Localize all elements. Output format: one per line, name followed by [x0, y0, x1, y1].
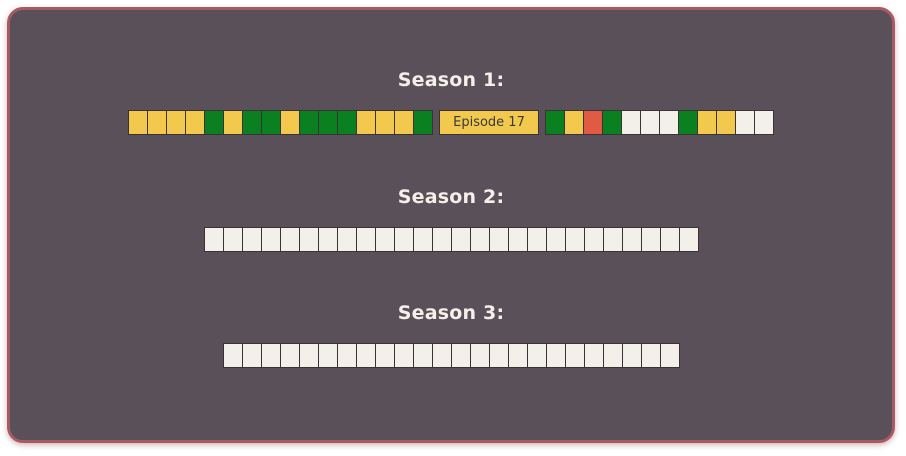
episode-square[interactable] — [564, 343, 585, 368]
season-2: Season 2: — [10, 185, 892, 252]
episode-row: Episode 17 — [10, 110, 892, 135]
episode-square[interactable] — [545, 227, 566, 252]
episode-square[interactable] — [564, 110, 584, 135]
episode-square[interactable] — [640, 227, 661, 252]
current-episode-label[interactable]: Episode 17 — [439, 110, 539, 135]
episode-square[interactable] — [469, 227, 490, 252]
season-title: Season 1: — [397, 69, 505, 91]
episode-square[interactable] — [621, 110, 641, 135]
episode-square[interactable] — [128, 110, 148, 135]
episode-square[interactable] — [621, 227, 642, 252]
episode-square[interactable] — [431, 343, 452, 368]
episode-square[interactable] — [602, 110, 622, 135]
episode-square[interactable] — [393, 343, 414, 368]
episode-square[interactable] — [716, 110, 736, 135]
episode-square[interactable] — [279, 343, 300, 368]
season-3: Season 3: — [10, 301, 892, 368]
episode-square[interactable] — [564, 227, 585, 252]
episode-square[interactable] — [621, 343, 642, 368]
episode-square[interactable] — [754, 110, 774, 135]
episode-square[interactable] — [507, 227, 528, 252]
episode-square[interactable] — [659, 227, 680, 252]
episode-square[interactable] — [602, 343, 623, 368]
episode-square[interactable] — [374, 227, 395, 252]
episode-square[interactable] — [640, 110, 660, 135]
episode-square[interactable] — [488, 343, 509, 368]
episode-square[interactable] — [336, 343, 357, 368]
episode-square[interactable] — [166, 110, 186, 135]
episode-square[interactable] — [583, 110, 603, 135]
episode-square[interactable] — [413, 110, 433, 135]
episode-square[interactable] — [678, 110, 698, 135]
episode-square[interactable] — [431, 227, 452, 252]
episode-square[interactable] — [299, 110, 319, 135]
episode-square[interactable] — [317, 227, 338, 252]
episode-square[interactable] — [640, 343, 661, 368]
episode-square[interactable] — [488, 227, 509, 252]
episode-square[interactable] — [374, 343, 395, 368]
episode-square[interactable] — [222, 227, 243, 252]
episodes-after — [545, 110, 774, 135]
episode-square[interactable] — [241, 227, 262, 252]
episode-square[interactable] — [526, 343, 547, 368]
episode-square[interactable] — [356, 110, 376, 135]
episode-square[interactable] — [204, 110, 224, 135]
episode-square[interactable] — [260, 343, 281, 368]
episode-square[interactable] — [242, 110, 262, 135]
episode-square[interactable] — [260, 227, 281, 252]
episode-square[interactable] — [355, 227, 376, 252]
episode-square[interactable] — [280, 110, 300, 135]
episode-square[interactable] — [450, 227, 471, 252]
season-title: Season 2: — [397, 186, 505, 208]
episode-square[interactable] — [241, 343, 262, 368]
episode-square[interactable] — [659, 343, 680, 368]
episode-square[interactable] — [298, 227, 319, 252]
episode-square[interactable] — [545, 110, 565, 135]
episode-square[interactable] — [469, 343, 490, 368]
episode-square[interactable] — [147, 110, 167, 135]
episode-square[interactable] — [412, 227, 433, 252]
episode-square[interactable] — [412, 343, 433, 368]
episode-square[interactable] — [735, 110, 755, 135]
episode-square[interactable] — [375, 110, 395, 135]
episode-square[interactable] — [222, 343, 243, 368]
episode-square[interactable] — [602, 227, 623, 252]
episode-square[interactable] — [279, 227, 300, 252]
episode-square[interactable] — [583, 227, 604, 252]
episode-square[interactable] — [317, 343, 338, 368]
seasons-panel: Season 1: Episode 17 Season 2: Season 3: — [7, 7, 895, 443]
episode-square[interactable] — [450, 343, 471, 368]
episode-square[interactable] — [336, 227, 357, 252]
episode-square[interactable] — [583, 343, 604, 368]
episode-row — [10, 343, 892, 368]
episode-square[interactable] — [526, 227, 547, 252]
season-title: Season 3: — [397, 302, 505, 324]
episode-square[interactable] — [697, 110, 717, 135]
episode-square[interactable] — [203, 227, 224, 252]
episode-square[interactable] — [223, 110, 243, 135]
episodes-before — [128, 110, 433, 135]
episode-square[interactable] — [507, 343, 528, 368]
episode-square[interactable] — [318, 110, 338, 135]
episode-square[interactable] — [394, 110, 414, 135]
episode-square[interactable] — [185, 110, 205, 135]
episode-square[interactable] — [545, 343, 566, 368]
episode-square[interactable] — [298, 343, 319, 368]
episode-row — [10, 227, 892, 252]
episode-square[interactable] — [393, 227, 414, 252]
episode-square[interactable] — [261, 110, 281, 135]
episode-square[interactable] — [337, 110, 357, 135]
episode-square[interactable] — [355, 343, 376, 368]
season-1: Season 1: Episode 17 — [10, 68, 892, 135]
episode-square[interactable] — [659, 110, 679, 135]
episode-square[interactable] — [678, 227, 699, 252]
